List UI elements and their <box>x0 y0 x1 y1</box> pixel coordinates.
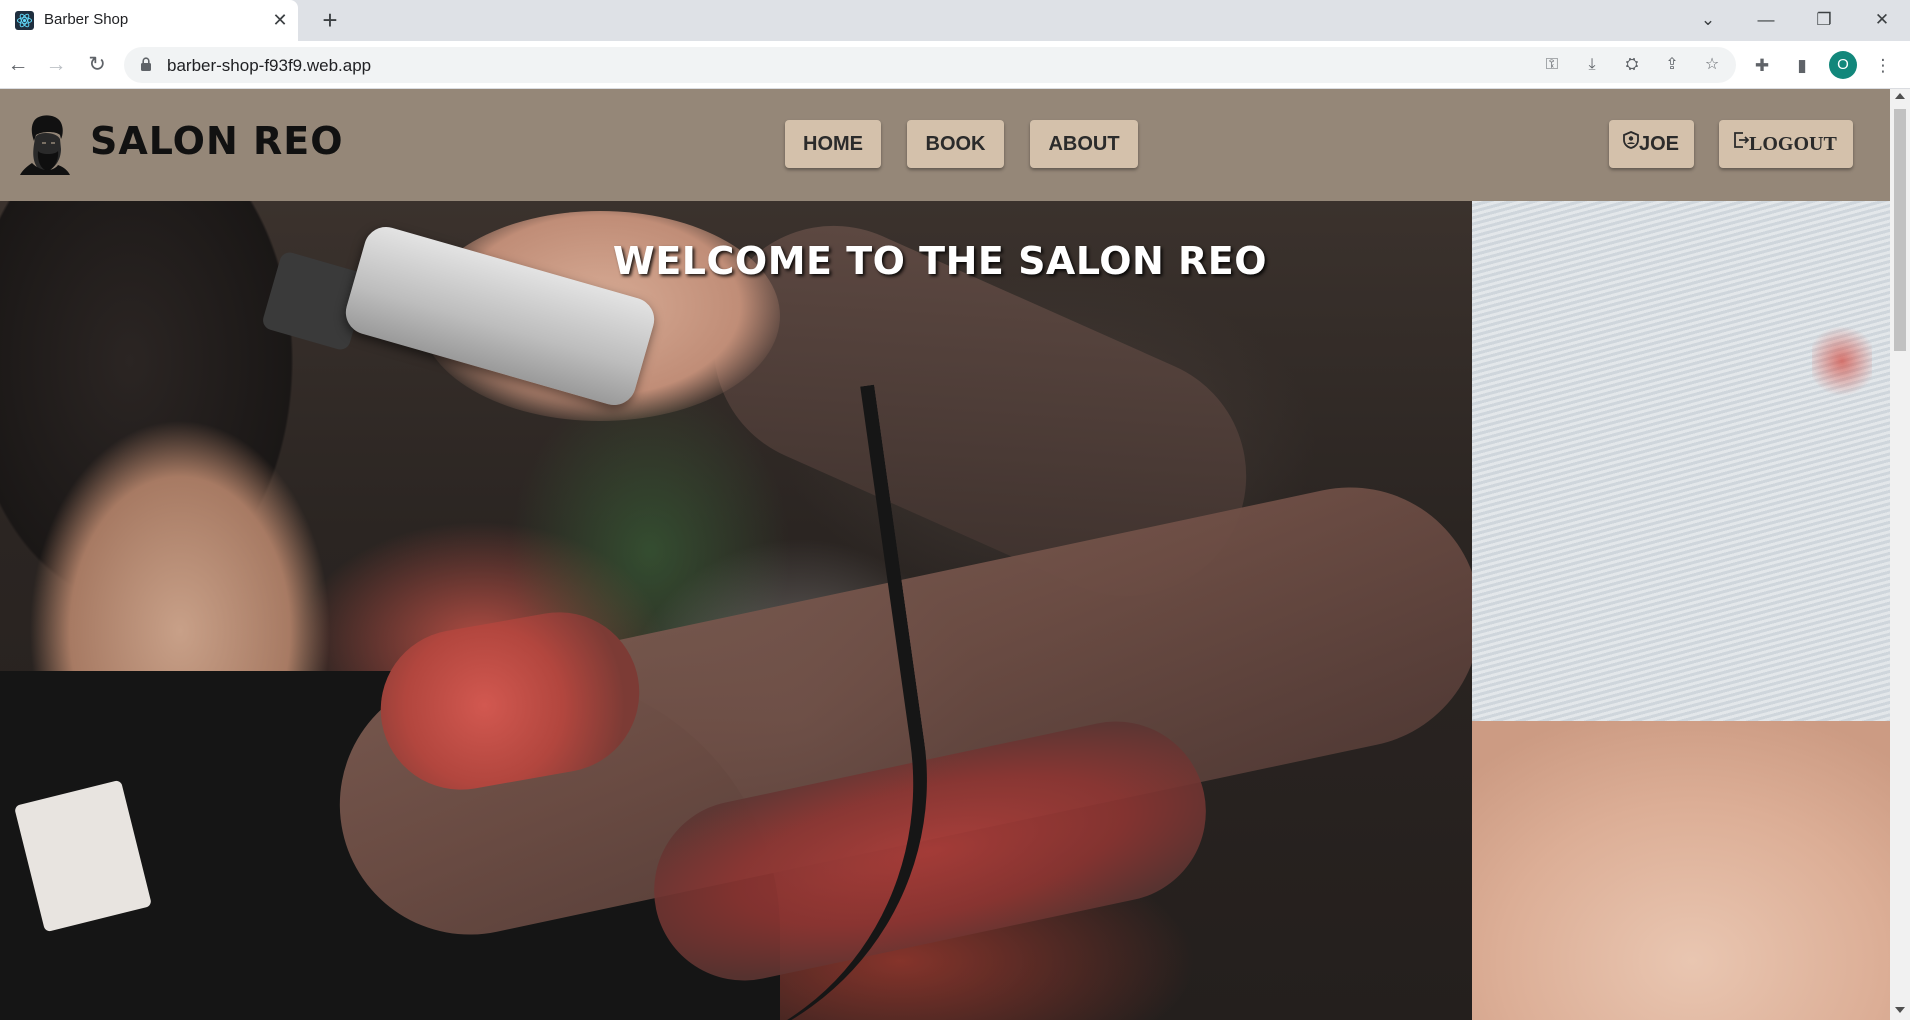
nav-about-button[interactable]: ABOUT <box>1030 120 1138 168</box>
address-bar[interactable]: barber-shop-f93f9.web.app ⚿ ⤓ ⛭ ⇪ ☆ <box>124 47 1736 83</box>
scroll-thumb[interactable] <box>1894 109 1906 351</box>
scroll-down-icon[interactable] <box>1895 1007 1905 1013</box>
site-title[interactable]: SALON REO <box>90 119 344 163</box>
user-profile-button[interactable]: JOE <box>1609 120 1694 168</box>
nav-book-button[interactable]: BOOK <box>907 120 1004 168</box>
browser-toolbar: ← → ↻ barber-shop-f93f9.web.app ⚿ ⤓ ⛭ ⇪ … <box>0 41 1910 89</box>
scroll-up-icon[interactable] <box>1895 93 1905 99</box>
hero-barber-image <box>0 201 1505 1020</box>
hero-section: WELCOME TO THE SALON REO <box>0 201 1890 1020</box>
browser-tab-bar: Barber Shop ✕ + ⌄ — ❐ ✕ <box>0 0 1910 41</box>
site-header: SALON REO HOME BOOK ABOUT JOE LOGOUT <box>0 89 1890 201</box>
bookmark-star-icon[interactable]: ☆ <box>1700 54 1724 76</box>
react-favicon-icon <box>15 11 34 30</box>
user-shield-icon <box>1623 119 1639 167</box>
hero-image-background-detail <box>1812 321 1872 401</box>
url-text[interactable]: barber-shop-f93f9.web.app <box>167 56 371 76</box>
close-window-button[interactable]: ✕ <box>1862 4 1902 36</box>
translate-icon[interactable]: ⛭ <box>1620 54 1644 76</box>
page-viewport: SALON REO HOME BOOK ABOUT JOE LOGOUT WEL… <box>0 89 1890 1020</box>
tab-title: Barber Shop <box>44 11 129 28</box>
minimize-button[interactable]: — <box>1746 4 1786 36</box>
profile-avatar[interactable]: O <box>1829 51 1857 79</box>
tab-close-icon[interactable]: ✕ <box>269 9 291 31</box>
key-icon[interactable]: ⚿ <box>1540 54 1564 76</box>
logout-button[interactable]: LOGOUT <box>1719 120 1853 168</box>
hero-image-shirt <box>1472 201 1890 761</box>
nav-home-button[interactable]: HOME <box>785 120 881 168</box>
hero-side-image <box>1472 201 1890 1020</box>
hero-heading: WELCOME TO THE SALON REO <box>612 239 1268 283</box>
tab-search-icon[interactable]: ⌄ <box>1688 4 1728 36</box>
new-tab-button[interactable]: + <box>315 6 345 36</box>
forward-icon[interactable]: → <box>40 49 72 81</box>
reload-icon[interactable]: ↻ <box>81 49 113 81</box>
restore-button[interactable]: ❐ <box>1804 4 1844 36</box>
logout-icon <box>1733 119 1750 167</box>
side-panel-icon[interactable]: ▮ <box>1789 53 1815 79</box>
browser-tab[interactable]: Barber Shop ✕ <box>0 0 298 41</box>
logout-label: LOGOUT <box>1749 133 1837 155</box>
lock-icon[interactable] <box>140 57 152 77</box>
menu-kebab-icon[interactable]: ⋮ <box>1870 53 1896 79</box>
share-icon[interactable]: ⇪ <box>1660 54 1684 76</box>
extensions-icon[interactable]: ✚ <box>1749 53 1775 79</box>
page-scrollbar[interactable] <box>1890 89 1910 1020</box>
back-icon[interactable]: ← <box>2 49 34 81</box>
bearded-man-logo-icon[interactable] <box>20 113 70 175</box>
hero-image-arm-skin <box>1472 721 1890 1020</box>
user-name-label: JOE <box>1639 133 1680 155</box>
install-icon[interactable]: ⤓ <box>1580 54 1604 76</box>
